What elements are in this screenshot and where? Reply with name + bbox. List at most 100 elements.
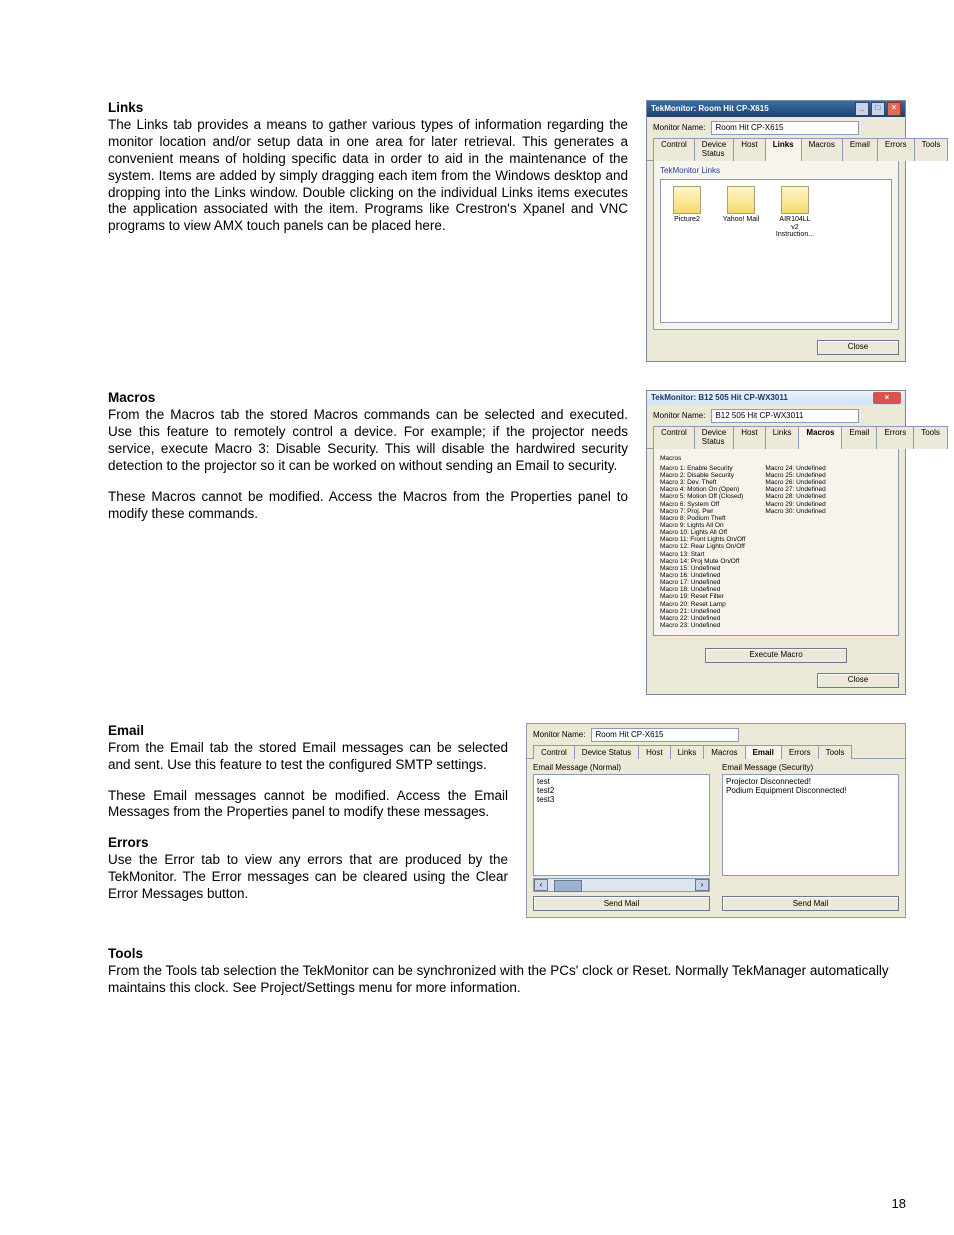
email-normal-header: Email Message (Normal): [533, 763, 710, 772]
tab-device-status[interactable]: Device Status: [574, 745, 639, 759]
link-item[interactable]: AIR104LL v2 Instruction...: [775, 186, 815, 316]
tab-tools[interactable]: Tools: [914, 138, 949, 161]
macro-item[interactable]: Macro 1: Enable Security: [660, 465, 745, 472]
link-item[interactable]: Yahoo! Mail: [721, 186, 761, 316]
tab-macros[interactable]: Macros: [801, 138, 843, 161]
macro-item[interactable]: Macro 12: Rear Lights On/Off: [660, 543, 745, 550]
tab-links[interactable]: Links: [670, 745, 705, 759]
tab-links[interactable]: Links: [765, 138, 802, 161]
email-paragraph-2: These Email messages cannot be modified.…: [108, 788, 508, 822]
link-item-label: AIR104LL v2 Instruction...: [775, 216, 815, 238]
tab-host[interactable]: Host: [733, 138, 765, 161]
macro-item[interactable]: Macro 15: Undefined: [660, 565, 745, 572]
tab-email[interactable]: Email: [841, 426, 877, 449]
links-monitor-name-label: Monitor Name:: [653, 124, 705, 133]
tab-links[interactable]: Links: [765, 426, 800, 449]
email-security-list[interactable]: Projector Disconnected! Podium Equipment…: [722, 774, 899, 876]
tab-host[interactable]: Host: [733, 426, 765, 449]
list-item[interactable]: test2: [537, 786, 706, 795]
screenshot-macros-window: TekMonitor: B12 505 Hit CP-WX3011 × Moni…: [646, 390, 906, 695]
macro-item[interactable]: Macro 26: Undefined: [765, 479, 825, 486]
macro-item[interactable]: Macro 5: Motion Off (Closed): [660, 493, 745, 500]
tab-device-status[interactable]: Device Status: [694, 138, 734, 161]
horizontal-scrollbar[interactable]: ‹ ›: [533, 878, 710, 892]
tab-macros[interactable]: Macros: [798, 426, 842, 449]
tab-macros[interactable]: Macros: [703, 745, 745, 759]
macro-item[interactable]: Macro 3: Dev. Theft: [660, 479, 745, 486]
links-tabs: Control Device Status Host Links Macros …: [647, 137, 905, 161]
macro-item[interactable]: Macro 8: Podium Theft: [660, 515, 745, 522]
tab-device-status[interactable]: Device Status: [694, 426, 734, 449]
macros-monitor-name-field[interactable]: B12 505 Hit CP-WX3011: [711, 409, 859, 423]
tab-control[interactable]: Control: [533, 745, 575, 759]
macro-item[interactable]: Macro 16: Undefined: [660, 572, 745, 579]
macro-item[interactable]: Macro 2: Disable Security: [660, 472, 745, 479]
macro-item[interactable]: Macro 7: Proj. Pwr: [660, 508, 745, 515]
close-button[interactable]: Close: [817, 673, 899, 688]
tools-paragraph: From the Tools tab selection the TekMoni…: [108, 963, 906, 997]
macro-item[interactable]: Macro 17: Undefined: [660, 579, 745, 586]
macro-item[interactable]: Macro 22: Undefined: [660, 615, 745, 622]
macro-item[interactable]: Macro 6: System Off: [660, 501, 745, 508]
macro-item[interactable]: Macro 28: Undefined: [765, 493, 825, 500]
tab-control[interactable]: Control: [653, 138, 695, 161]
tab-control[interactable]: Control: [653, 426, 695, 449]
macro-item[interactable]: Macro 13: Start: [660, 551, 745, 558]
close-icon[interactable]: ×: [873, 392, 901, 404]
tab-errors[interactable]: Errors: [781, 745, 819, 759]
screenshot-email-panel: Monitor Name: Room Hit CP-X615 Control D…: [526, 723, 906, 918]
macro-item[interactable]: Macro 4: Motion On (Open): [660, 486, 745, 493]
links-titlebar: TekMonitor: Room Hit CP-X615 _ □ ×: [647, 101, 905, 117]
screenshot-links-window: TekMonitor: Room Hit CP-X615 _ □ × Monit…: [646, 100, 906, 362]
list-item[interactable]: Podium Equipment Disconnected!: [726, 786, 895, 795]
links-drop-area[interactable]: Picture2 Yahoo! Mail AIR104LL v2 Instruc…: [660, 179, 892, 323]
send-mail-left-button[interactable]: Send Mail: [533, 896, 710, 911]
email-monitor-name-field[interactable]: Room Hit CP-X615: [591, 728, 739, 742]
execute-macro-button[interactable]: Execute Macro: [705, 648, 847, 663]
email-normal-list[interactable]: test test2 test3: [533, 774, 710, 876]
macro-item[interactable]: Macro 18: Undefined: [660, 586, 745, 593]
macro-item[interactable]: Macro 25: Undefined: [765, 472, 825, 479]
macros-list-right[interactable]: Macro 24: Undefined Macro 25: Undefined …: [765, 465, 825, 629]
maximize-icon[interactable]: □: [871, 102, 885, 116]
tab-email[interactable]: Email: [745, 745, 782, 759]
macro-item[interactable]: Macro 27: Undefined: [765, 486, 825, 493]
tab-errors[interactable]: Errors: [877, 138, 915, 161]
macro-item[interactable]: Macro 29: Undefined: [765, 501, 825, 508]
tab-errors[interactable]: Errors: [876, 426, 914, 449]
scroll-left-icon[interactable]: ‹: [534, 879, 548, 891]
link-item-label: Yahoo! Mail: [721, 216, 761, 223]
macro-item[interactable]: Macro 11: Front Lights On/Off: [660, 536, 745, 543]
tab-host[interactable]: Host: [638, 745, 670, 759]
macro-item[interactable]: Macro 30: Undefined: [765, 508, 825, 515]
macro-item[interactable]: Macro 9: Lights All On: [660, 522, 745, 529]
links-monitor-name-field[interactable]: Room Hit CP-X615: [711, 121, 859, 135]
send-mail-right-button[interactable]: Send Mail: [722, 896, 899, 911]
email-monitor-name-label: Monitor Name:: [533, 730, 585, 739]
tab-tools[interactable]: Tools: [818, 745, 853, 759]
scroll-right-icon[interactable]: ›: [695, 879, 709, 891]
macro-item[interactable]: Macro 20: Reset Lamp: [660, 601, 745, 608]
close-button[interactable]: Close: [817, 340, 899, 355]
list-item[interactable]: test: [537, 777, 706, 786]
page-number: 18: [892, 1196, 906, 1211]
list-item[interactable]: Projector Disconnected!: [726, 777, 895, 786]
doc-icon: [781, 186, 809, 214]
macro-item[interactable]: Macro 19: Reset Filter: [660, 593, 745, 600]
errors-heading: Errors: [108, 835, 508, 850]
macro-item[interactable]: Macro 10: Lights All Off: [660, 529, 745, 536]
macro-item[interactable]: Macro 24: Undefined: [765, 465, 825, 472]
tab-email[interactable]: Email: [842, 138, 878, 161]
macros-tabs: Control Device Status Host Links Macros …: [647, 425, 905, 449]
email-paragraph-1: From the Email tab the stored Email mess…: [108, 740, 508, 774]
macros-list-left[interactable]: Macro 1: Enable Security Macro 2: Disabl…: [660, 465, 745, 629]
list-item[interactable]: test3: [537, 795, 706, 804]
macro-item[interactable]: Macro 21: Undefined: [660, 608, 745, 615]
tab-tools[interactable]: Tools: [913, 426, 948, 449]
close-icon[interactable]: ×: [887, 102, 901, 116]
macro-item[interactable]: Macro 23: Undefined: [660, 622, 745, 629]
minimize-icon[interactable]: _: [855, 102, 869, 116]
scroll-thumb[interactable]: [554, 880, 582, 892]
link-item[interactable]: Picture2: [667, 186, 707, 316]
macro-item[interactable]: Macro 14: Proj Mute On/Off: [660, 558, 745, 565]
